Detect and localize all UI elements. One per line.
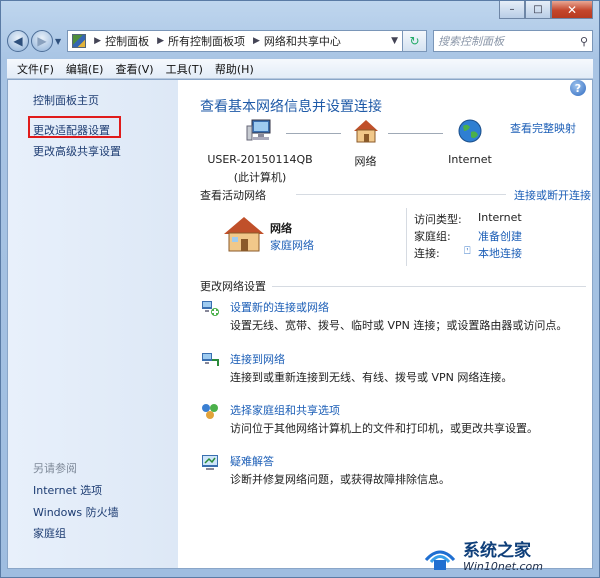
menu-help[interactable]: 帮助(H) xyxy=(209,61,260,77)
sidebar-item-adapter-settings[interactable]: 更改适配器设置 xyxy=(33,122,110,138)
connect-network-icon xyxy=(202,353,219,366)
computer-subtitle: (此计算机) xyxy=(233,171,287,184)
task-title[interactable]: 选择家庭组和共享选项 xyxy=(230,402,340,418)
network-type-link[interactable]: 家庭网络 xyxy=(270,237,314,253)
active-network-name: 网络 xyxy=(270,222,292,235)
menu-bar: 文件(F) 编辑(E) 查看(V) 工具(T) 帮助(H) xyxy=(7,59,593,79)
map-node-internet[interactable]: Internet xyxy=(440,118,500,166)
watermark: 系统之家 Win10net.com xyxy=(423,537,593,577)
sidebar-item-firewall[interactable]: Windows 防火墙 xyxy=(33,504,119,520)
watermark-title: 系统之家 xyxy=(463,540,531,561)
change-settings-title: 更改网络设置 xyxy=(200,280,266,293)
task-description: 设置无线、宽带、拨号、临时或 VPN 连接；或设置路由器或访问点。 xyxy=(230,319,568,332)
sidebar-item-homegroup[interactable]: 家庭组 xyxy=(33,525,66,541)
menu-file[interactable]: 文件(F) xyxy=(11,61,60,77)
access-type-label: 访问类型: xyxy=(414,213,462,226)
task-description: 诊断并修复网络问题，或获得故障排除信息。 xyxy=(230,473,450,486)
menu-view[interactable]: 查看(V) xyxy=(109,61,159,77)
content-area: 控制面板主页 更改适配器设置 更改高级共享设置 另请参阅 Internet 选项… xyxy=(7,79,593,569)
minimize-button[interactable]: – xyxy=(499,1,525,19)
search-input[interactable]: 搜索控制面板 ⚲ xyxy=(433,30,593,52)
connection-label: 连接: xyxy=(414,247,440,260)
local-connection-link[interactable]: 本地连接 xyxy=(478,245,522,261)
homegroup-label: 家庭组: xyxy=(414,230,451,243)
chevron-right-icon[interactable]: ▶ xyxy=(94,36,101,46)
task-description: 连接到或重新连接到无线、有线、拨号或 VPN 网络连接。 xyxy=(230,371,513,384)
map-node-network[interactable]: 网络 xyxy=(338,118,393,169)
caption-buttons: – □ ✕ xyxy=(499,1,593,19)
breadcrumb-control-panel[interactable]: 控制面板 xyxy=(105,33,149,49)
task-title[interactable]: 疑难解答 xyxy=(230,453,274,469)
network-setup-icon xyxy=(202,301,219,316)
watermark-url: Win10net.com xyxy=(463,559,543,573)
see-also-label: 另请参阅 xyxy=(33,462,77,475)
access-type-value: Internet xyxy=(478,211,522,224)
connect-disconnect-link[interactable]: 连接或断开连接 xyxy=(514,187,591,203)
map-connector-line xyxy=(388,133,443,134)
house-icon xyxy=(353,120,378,143)
sidebar: 控制面板主页 更改适配器设置 更改高级共享设置 另请参阅 Internet 选项… xyxy=(8,80,178,568)
task-title[interactable]: 连接到网络 xyxy=(230,351,285,367)
page-title: 查看基本网络信息并设置连接 xyxy=(200,99,382,115)
search-icon[interactable]: ⚲ xyxy=(580,35,588,48)
sidebar-item-home[interactable]: 控制面板主页 xyxy=(33,92,99,108)
sidebar-item-advanced-sharing[interactable]: 更改高级共享设置 xyxy=(33,143,121,159)
section-divider xyxy=(272,286,586,287)
section-divider xyxy=(296,194,506,195)
full-map-link[interactable]: 查看完整映射 xyxy=(510,120,576,136)
computer-name: USER-20150114QB xyxy=(207,153,313,166)
watermark-logo xyxy=(424,550,456,570)
forward-arrow-icon[interactable]: ▶ xyxy=(31,30,53,52)
network-label: 网络 xyxy=(354,155,377,168)
house-icon xyxy=(224,217,264,252)
help-icon[interactable]: ? xyxy=(570,80,586,96)
task-description: 访问位于其他网络计算机上的文件和打印机，或更改共享设置。 xyxy=(230,422,538,435)
menu-tools[interactable]: 工具(T) xyxy=(160,61,209,77)
address-dropdown-icon[interactable]: ▼ xyxy=(391,36,398,46)
main-panel: ? 查看基本网络信息并设置连接 查看完整映射 USER-20150114QB (… xyxy=(178,80,592,568)
map-connector-line xyxy=(286,133,341,134)
globe-icon xyxy=(458,119,482,143)
chevron-right-icon[interactable]: ▶ xyxy=(157,36,164,46)
active-networks-title: 查看活动网络 xyxy=(200,189,266,202)
window: – □ ✕ ◀ ▶ ▼ ▶ 控制面板 ▶ 所有控制面板项 ▶ 网络和共享中心 ▼… xyxy=(0,0,600,578)
back-arrow-icon[interactable]: ◀ xyxy=(7,30,29,52)
chevron-right-icon[interactable]: ▶ xyxy=(253,36,260,46)
close-button[interactable]: ✕ xyxy=(551,1,593,19)
homegroup-icon xyxy=(202,404,218,419)
breadcrumb-network-center[interactable]: 网络和共享中心 xyxy=(264,33,341,49)
maximize-button[interactable]: □ xyxy=(525,1,551,19)
map-node-computer[interactable]: USER-20150114QB (此计算机) xyxy=(200,118,320,185)
search-placeholder: 搜索控制面板 xyxy=(438,35,504,48)
breadcrumb-all-items[interactable]: 所有控制面板项 xyxy=(168,33,245,49)
computer-icon xyxy=(246,119,271,141)
refresh-icon[interactable]: ↻ xyxy=(403,30,427,52)
task-title[interactable]: 设置新的连接或网络 xyxy=(230,299,329,315)
vertical-divider xyxy=(406,208,407,266)
menu-edit[interactable]: 编辑(E) xyxy=(60,61,110,77)
troubleshoot-icon xyxy=(202,455,218,470)
ethernet-icon: ⍞ xyxy=(464,244,471,257)
control-panel-icon xyxy=(72,34,87,48)
sidebar-item-internet-options[interactable]: Internet 选项 xyxy=(33,482,102,498)
navigation-bar: ◀ ▶ ▼ ▶ 控制面板 ▶ 所有控制面板项 ▶ 网络和共享中心 ▼ ↻ 搜索控… xyxy=(7,27,593,55)
address-bar[interactable]: ▶ 控制面板 ▶ 所有控制面板项 ▶ 网络和共享中心 ▼ xyxy=(67,30,403,52)
homegroup-link[interactable]: 准备创建 xyxy=(478,228,522,244)
history-dropdown-icon[interactable]: ▼ xyxy=(55,37,61,46)
internet-label: Internet xyxy=(448,153,492,166)
